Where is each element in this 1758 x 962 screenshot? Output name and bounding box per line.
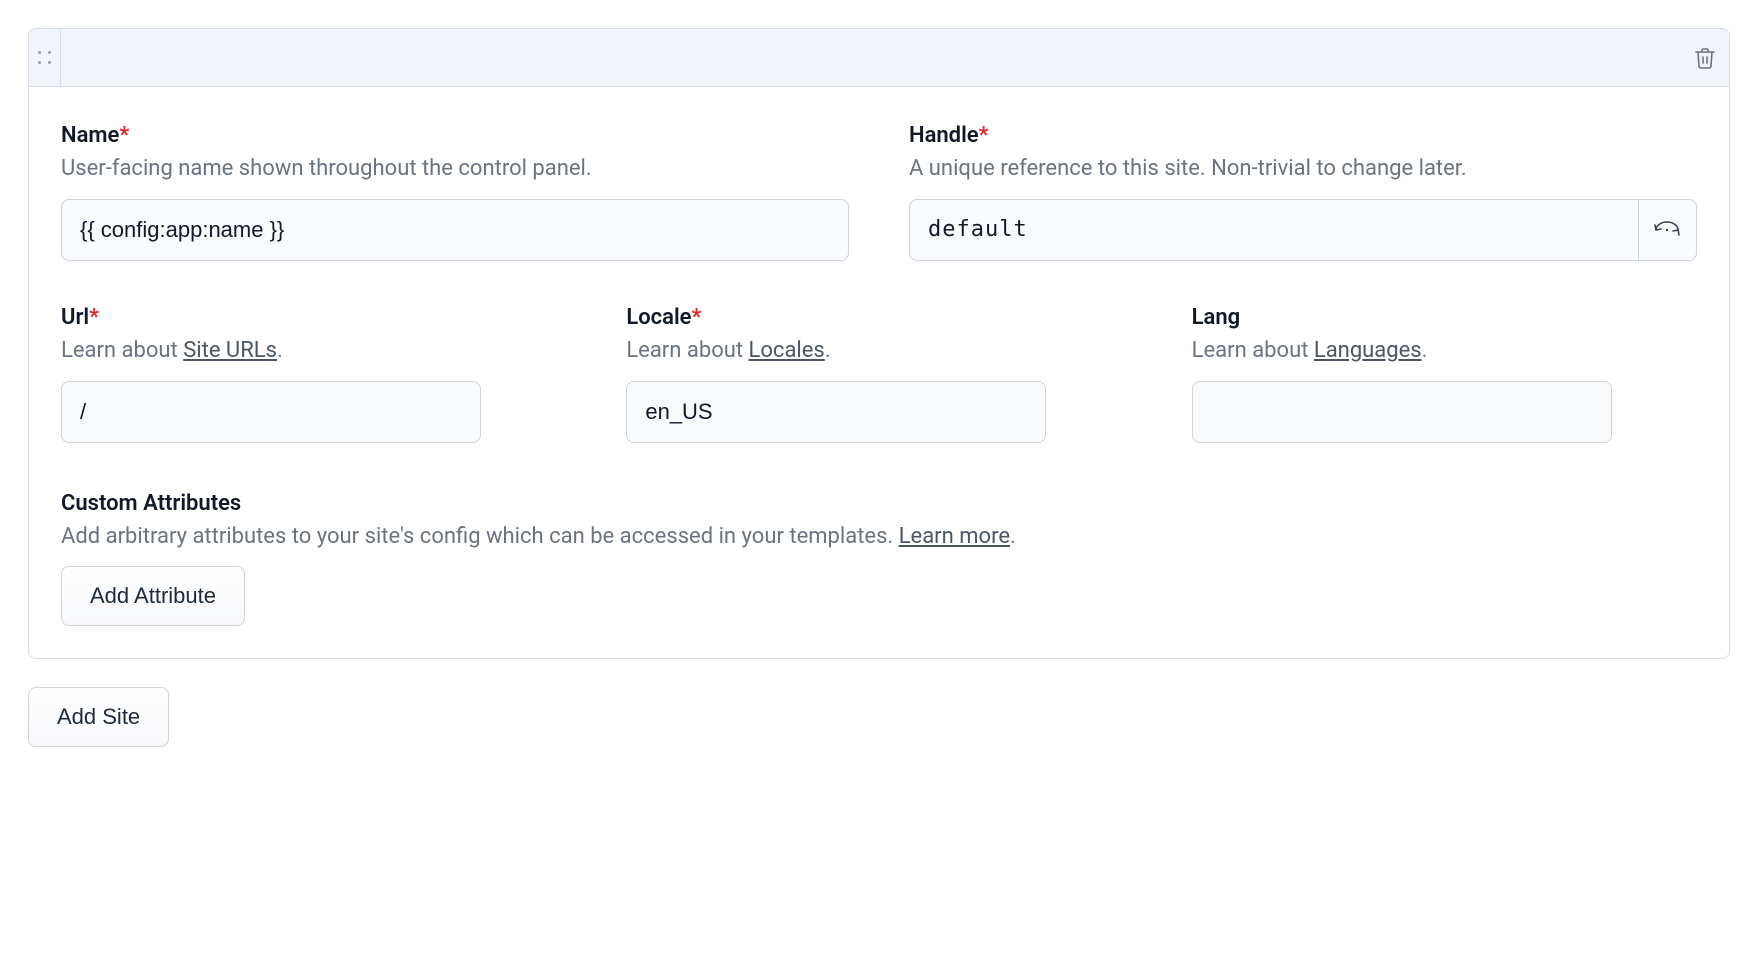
name-label: Name* — [61, 123, 849, 148]
custom-attributes-title: Custom Attributes — [61, 491, 1697, 516]
required-marker: * — [119, 123, 129, 148]
field-name: Name* User-facing name shown throughout … — [61, 123, 849, 261]
lang-help: Learn about Languages. — [1192, 336, 1697, 367]
drag-icon — [38, 51, 52, 65]
required-marker: * — [692, 305, 702, 330]
lang-help-link[interactable]: Languages — [1314, 338, 1422, 363]
field-url: Url* Learn about Site URLs. — [61, 305, 566, 443]
lang-input[interactable] — [1192, 381, 1612, 443]
field-locale: Locale* Learn about Locales. — [626, 305, 1131, 443]
url-help-link[interactable]: Site URLs — [183, 338, 277, 363]
handle-input[interactable] — [909, 199, 1638, 261]
locale-input[interactable] — [626, 381, 1046, 443]
custom-attributes-learn-more-link[interactable]: Learn more — [899, 524, 1010, 549]
handle-help: A unique reference to this site. Non-tri… — [909, 154, 1697, 185]
name-help: User-facing name shown throughout the co… — [61, 154, 849, 185]
regenerate-handle-button[interactable] — [1638, 199, 1697, 261]
field-handle: Handle* A unique reference to this site.… — [909, 123, 1697, 261]
trash-icon — [1693, 46, 1717, 70]
required-marker: * — [89, 305, 99, 330]
add-site-button[interactable]: Add Site — [28, 687, 169, 747]
handle-label: Handle* — [909, 123, 1697, 148]
custom-attributes-help: Add arbitrary attributes to your site's … — [61, 522, 1697, 553]
name-input[interactable] — [61, 199, 849, 261]
locale-help-link[interactable]: Locales — [749, 338, 825, 363]
add-attribute-button[interactable]: Add Attribute — [61, 566, 245, 626]
site-card: Name* User-facing name shown throughout … — [28, 28, 1730, 659]
delete-button[interactable] — [1681, 29, 1729, 86]
locale-label: Locale* — [626, 305, 1131, 330]
lang-label: Lang — [1192, 305, 1697, 330]
drag-handle[interactable] — [29, 29, 61, 86]
url-help: Learn about Site URLs. — [61, 336, 566, 367]
required-marker: * — [979, 123, 989, 148]
refresh-icon — [1654, 220, 1680, 240]
url-label: Url* — [61, 305, 566, 330]
url-input[interactable] — [61, 381, 481, 443]
card-body: Name* User-facing name shown throughout … — [29, 87, 1729, 658]
locale-help: Learn about Locales. — [626, 336, 1131, 367]
field-lang: Lang Learn about Languages. — [1192, 305, 1697, 443]
card-header — [29, 29, 1729, 87]
